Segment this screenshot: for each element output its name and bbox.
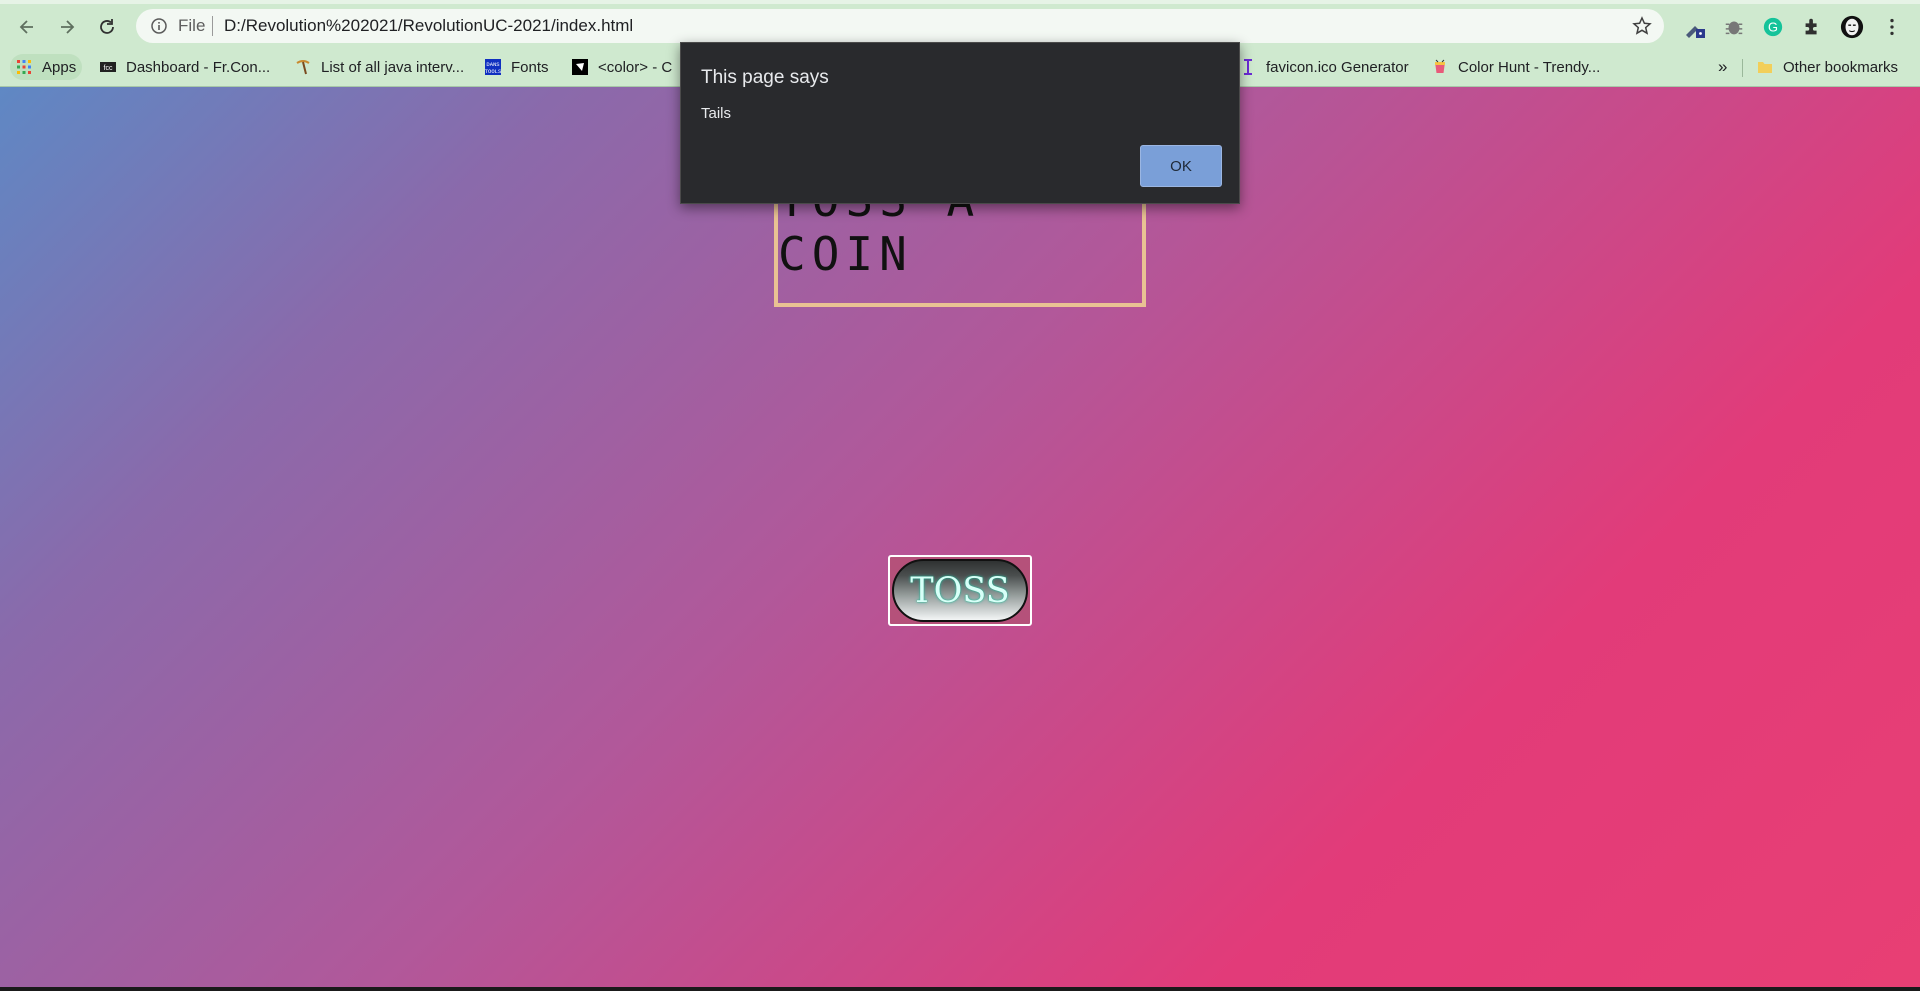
- puzzle-extensions-icon[interactable]: [1800, 15, 1824, 39]
- apps-grid-icon: [17, 60, 31, 74]
- bookmark-label: favicon.ico Generator: [1266, 58, 1409, 76]
- fonts-favicon: DANSTOOLS: [485, 59, 501, 75]
- bookmark-label: Apps: [42, 58, 77, 76]
- site-favicon: fcc: [100, 62, 116, 72]
- bookmark-java-interview[interactable]: List of all java interv...: [295, 54, 464, 80]
- divider: [212, 16, 213, 36]
- mdn-favicon: [572, 59, 588, 75]
- eyedropper-extension-icon[interactable]: [1682, 15, 1706, 39]
- pickaxe-icon: [296, 60, 310, 75]
- svg-text:TOOLS: TOOLS: [485, 68, 501, 75]
- address-bar[interactable]: File D:/Revolution%202021/RevolutionUC-2…: [136, 9, 1664, 43]
- menu-kebab-icon[interactable]: [1880, 15, 1904, 39]
- arrow-left-icon: [19, 20, 33, 34]
- dialog-message: Tails: [701, 105, 732, 122]
- star-icon[interactable]: [1632, 16, 1652, 36]
- arrow-right-icon: [61, 20, 75, 34]
- taskbar-edge: [0, 987, 1920, 991]
- forward-button[interactable]: [53, 13, 81, 41]
- grammarly-icon[interactable]: G: [1761, 15, 1785, 39]
- back-button[interactable]: [13, 13, 41, 41]
- svg-text:fcc: fcc: [104, 65, 113, 72]
- bookmark-favicon-generator[interactable]: favicon.ico Generator: [1240, 54, 1409, 80]
- bookmarks-overflow-button[interactable]: »: [1718, 54, 1727, 80]
- bookmark-label: Color Hunt - Trendy...: [1458, 58, 1601, 76]
- toss-button[interactable]: TOSS: [888, 555, 1032, 626]
- alert-dialog: This page says Tails OK: [680, 42, 1240, 204]
- bookmark-label: Fonts: [511, 58, 549, 76]
- svg-text:G: G: [1768, 20, 1778, 35]
- text-cursor-icon: [1244, 59, 1252, 75]
- reload-icon: [100, 19, 114, 34]
- reload-button[interactable]: [93, 13, 121, 41]
- svg-text:DANS: DANS: [486, 61, 500, 68]
- bookmark-label: List of all java interv...: [321, 58, 465, 76]
- bookmark-fonts[interactable]: DANS TOOLS Fonts: [485, 54, 549, 80]
- dialog-title: This page says: [701, 67, 829, 88]
- scheme-label: File: [178, 16, 206, 35]
- info-icon[interactable]: [150, 17, 168, 35]
- bookmark-label: <color> - C: [598, 58, 673, 76]
- divider: [1742, 59, 1743, 77]
- toss-button-face[interactable]: TOSS: [892, 559, 1028, 622]
- cup-icon: [1435, 59, 1445, 73]
- browser-toolbar: File D:/Revolution%202021/RevolutionUC-2…: [0, 0, 1920, 47]
- other-bookmarks-label: Other bookmarks: [1783, 58, 1899, 76]
- chevron-double-right-icon: »: [1718, 57, 1728, 76]
- bookmark-dashboard[interactable]: fcc Dashboard - Fr.Con...: [100, 54, 270, 80]
- url-text[interactable]: D:/Revolution%202021/RevolutionUC-2021/i…: [224, 16, 633, 36]
- folder-icon: [1758, 62, 1772, 73]
- bookmark-color-mdn[interactable]: <color> - C: [572, 54, 672, 80]
- bookmark-color-hunt[interactable]: Color Hunt - Trendy...: [1432, 54, 1600, 80]
- ok-button[interactable]: OK: [1140, 145, 1222, 187]
- toss-button-label: TOSS: [910, 570, 1010, 611]
- bookmark-apps[interactable]: Apps: [10, 54, 83, 80]
- title-box: TOSS A COIN: [774, 173, 1146, 307]
- profile-avatar[interactable]: [1840, 15, 1864, 39]
- bug-extension-icon[interactable]: [1722, 15, 1746, 39]
- other-bookmarks-folder[interactable]: Other bookmarks: [1757, 54, 1898, 80]
- bookmark-label: Dashboard - Fr.Con...: [126, 58, 271, 76]
